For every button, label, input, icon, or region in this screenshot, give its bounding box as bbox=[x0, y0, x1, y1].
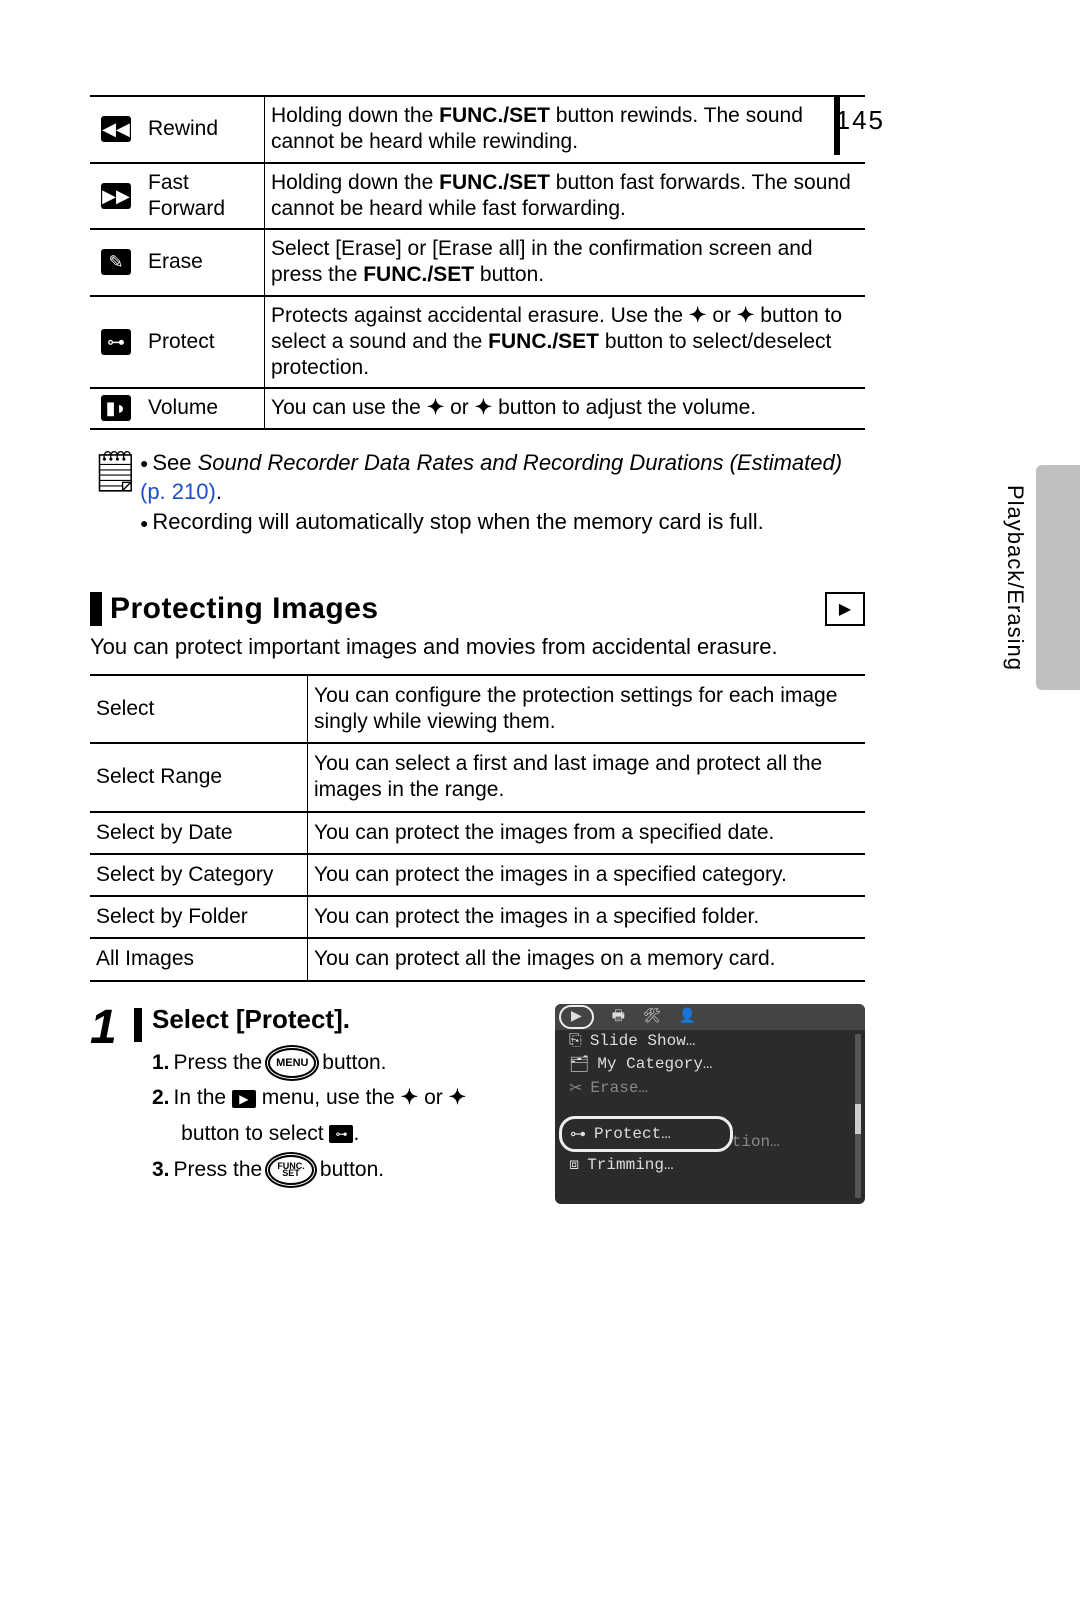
func-name: Erase bbox=[142, 229, 265, 296]
note-line: Recording will automatically stop when t… bbox=[140, 507, 865, 537]
func-set-button-icon: FUNC.SET bbox=[268, 1155, 314, 1185]
func-desc: Protects against accidental erasure. Use… bbox=[265, 296, 866, 389]
option-label: Select by Category bbox=[90, 854, 308, 896]
option-label: Select by Date bbox=[90, 812, 308, 854]
menu-tab-bar: ▶ 🖶 🛠 👤 bbox=[555, 1004, 865, 1030]
option-desc: You can protect the images from a specif… bbox=[308, 812, 866, 854]
camera-screenshot: ▶ 🖶 🛠 👤 ⎘ Slide Show… 🗂 My Category… ✂ E… bbox=[555, 1004, 865, 1204]
menu-item: ✂ Erase… bbox=[555, 1076, 865, 1100]
section-title: Protecting Images bbox=[110, 592, 825, 626]
section-tab-label: Playback/Erasing bbox=[1002, 485, 1028, 671]
table-row: ✎ Erase Select [Erase] or [Erase all] in… bbox=[90, 229, 865, 296]
playback-menu-icon: ▶ bbox=[232, 1090, 256, 1108]
print-tab-icon: 🖶 bbox=[612, 1005, 625, 1029]
option-desc: You can configure the protection setting… bbox=[308, 675, 866, 744]
menu-item: 🗂 My Category… bbox=[555, 1052, 865, 1076]
option-label: All Images bbox=[90, 938, 308, 980]
func-name: Fast Forward bbox=[142, 163, 265, 230]
down-arrow-icon: ✦ bbox=[737, 304, 755, 327]
step-block: 1 Select [Protect]. 1.Press the MENU but… bbox=[90, 1004, 865, 1204]
table-row: ⊶ Protect Protects against accidental er… bbox=[90, 296, 865, 389]
erase-icon: ✎ bbox=[101, 249, 131, 275]
menu-button-icon: MENU bbox=[268, 1048, 316, 1078]
func-desc: You can use the ✦ or ✦ button to adjust … bbox=[265, 388, 866, 428]
table-row: ◀◀ Rewind Holding down the FUNC./SET but… bbox=[90, 96, 865, 163]
option-label: Select by Folder bbox=[90, 896, 308, 938]
table-row: Select by Date You can protect the image… bbox=[90, 812, 865, 854]
func-name: Rewind bbox=[142, 96, 265, 163]
note-block: 🗒 See Sound Recorder Data Rates and Reco… bbox=[90, 448, 865, 537]
option-label: Select Range bbox=[90, 743, 308, 812]
step-bar bbox=[134, 1008, 142, 1042]
step-instructions: 1.Press the MENU button. 2.In the ▶ menu… bbox=[152, 1045, 545, 1188]
func-desc: Select [Erase] or [Erase all] in the con… bbox=[265, 229, 866, 296]
func-desc: Holding down the FUNC./SET button rewind… bbox=[265, 96, 866, 163]
manual-page: 145 Playback/Erasing ◀◀ Rewind Holding d… bbox=[0, 95, 1080, 1616]
setup-tab-icon: 🛠 bbox=[643, 1008, 661, 1025]
rewind-icon: ◀◀ bbox=[101, 116, 131, 142]
func-desc: Holding down the FUNC./SET button fast f… bbox=[265, 163, 866, 230]
up-arrow-icon: ✦ bbox=[427, 396, 445, 419]
option-desc: You can select a first and last image an… bbox=[308, 743, 866, 812]
step-title: Select [Protect]. bbox=[152, 1004, 545, 1035]
section-intro: You can protect important images and mov… bbox=[90, 634, 990, 660]
table-row: ▶▶ Fast Forward Holding down the FUNC./S… bbox=[90, 163, 865, 230]
protect-options-table: Select You can configure the protection … bbox=[90, 674, 865, 982]
playback-function-table: ◀◀ Rewind Holding down the FUNC./SET but… bbox=[90, 95, 865, 430]
down-arrow-icon: ✦ bbox=[449, 1086, 467, 1109]
menu-item-highlight: ⊶ Protect… bbox=[559, 1116, 733, 1152]
note-line: See Sound Recorder Data Rates and Record… bbox=[140, 448, 865, 507]
table-row: All Images You can protect all the image… bbox=[90, 938, 865, 980]
page-reference-link[interactable]: (p. 210) bbox=[140, 479, 216, 504]
up-arrow-icon: ✦ bbox=[401, 1086, 419, 1109]
playback-tab-icon: ▶ bbox=[559, 1005, 594, 1029]
step-number: 1 bbox=[90, 1004, 134, 1204]
page-number: 145 bbox=[836, 105, 885, 136]
menu-item: ⎘ Slide Show… bbox=[555, 1030, 865, 1052]
menu-item: ⧈ Trimming… bbox=[555, 1154, 865, 1176]
table-row: Select You can configure the protection … bbox=[90, 675, 865, 744]
volume-icon: ▮◗ bbox=[101, 395, 131, 421]
option-desc: You can protect all the images on a memo… bbox=[308, 938, 866, 980]
down-arrow-icon: ✦ bbox=[475, 396, 493, 419]
section-tab bbox=[1036, 465, 1080, 690]
protect-key-icon: ⊶ bbox=[329, 1125, 353, 1143]
table-row: Select by Category You can protect the i… bbox=[90, 854, 865, 896]
table-row: Select by Folder You can protect the ima… bbox=[90, 896, 865, 938]
func-name: Protect bbox=[142, 296, 265, 389]
table-row: Select Range You can select a first and … bbox=[90, 743, 865, 812]
mycamera-tab-icon: 👤 bbox=[679, 1008, 696, 1025]
scrollbar bbox=[855, 1034, 861, 1198]
table-row: ▮◗ Volume You can use the ✦ or ✦ button … bbox=[90, 388, 865, 428]
up-arrow-icon: ✦ bbox=[689, 304, 707, 327]
note-icon: 🗒 bbox=[90, 448, 140, 537]
option-desc: You can protect the images in a specifie… bbox=[308, 896, 866, 938]
fast-forward-icon: ▶▶ bbox=[101, 183, 131, 209]
protect-icon: ⊶ bbox=[101, 329, 131, 355]
func-name: Volume bbox=[142, 388, 265, 428]
heading-bar bbox=[90, 592, 102, 626]
playback-mode-icon: ▶ bbox=[825, 592, 865, 626]
option-desc: You can protect the images in a specifie… bbox=[308, 854, 866, 896]
option-label: Select bbox=[90, 675, 308, 744]
section-heading: Protecting Images ▶ bbox=[90, 592, 865, 626]
